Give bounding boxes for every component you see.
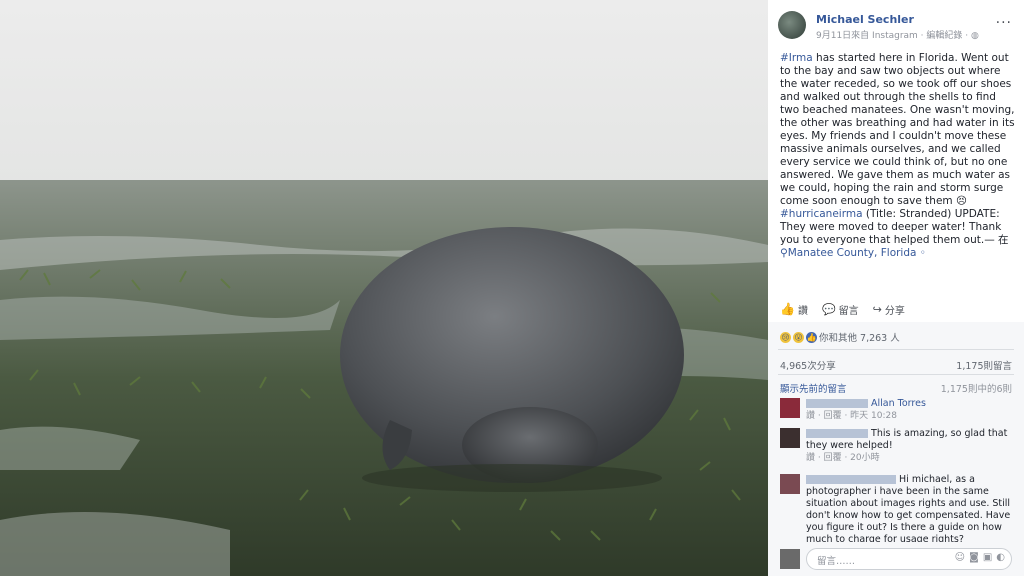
comment-icon: 💬 bbox=[821, 302, 836, 316]
comment-text: Hi michael, as a photographer i have bee… bbox=[806, 474, 1011, 542]
comment-item: Hi michael, as a photographer i have bee… bbox=[780, 474, 1012, 542]
comment-button[interactable]: 💬 留言 bbox=[822, 302, 859, 317]
comment-body: Allan Torres 讚 · 回覆 · 昨天 10:28 bbox=[806, 398, 1012, 422]
commenter-name[interactable]: Allan Torres bbox=[871, 398, 926, 409]
post-stats: 4,965次分享 1,175則留言 bbox=[780, 358, 1012, 372]
post-header: Michael Sechler 9月11日來自 Instagram · 編輯紀錄… bbox=[778, 9, 1018, 41]
comment-composer: 留言…… ☺ ◙ ▣ ◐ bbox=[780, 547, 1012, 571]
composer-icons: ☺ ◙ ▣ ◐ bbox=[955, 552, 1005, 563]
commenter-avatar[interactable] bbox=[780, 398, 800, 418]
like-label: 讚 bbox=[797, 305, 808, 317]
share-label: 分享 bbox=[884, 305, 905, 317]
post-tail: ◦ bbox=[916, 247, 926, 259]
post-photo[interactable] bbox=[0, 0, 768, 576]
comments-count[interactable]: 1,175則留言 bbox=[956, 358, 1012, 372]
globe-icon: ◍ bbox=[971, 31, 979, 41]
user-avatar bbox=[780, 549, 800, 569]
comment-body: Hi michael, as a photographer i have bee… bbox=[806, 474, 1012, 542]
like-button[interactable]: 👍 讚 bbox=[780, 302, 808, 317]
reactions-count: 你和其他 7,263 人 bbox=[819, 333, 900, 344]
comment-meta[interactable]: 讚 · 回覆 · 20小時 bbox=[806, 453, 880, 463]
comment-placeholder: 留言…… bbox=[817, 556, 856, 567]
blurred-name bbox=[806, 475, 896, 484]
wow-reaction-icon: 😮 bbox=[793, 331, 804, 343]
sad-reaction-icon: 😢 bbox=[780, 331, 791, 343]
post-actions: 👍 讚 💬 留言 ↪ 分享 bbox=[780, 300, 1012, 318]
author-avatar[interactable] bbox=[778, 11, 806, 39]
more-options-icon[interactable]: ... bbox=[996, 11, 1012, 27]
like-reaction-icon: 👍 bbox=[806, 331, 817, 343]
commenter-avatar[interactable] bbox=[780, 474, 800, 494]
comment-page-count: 1,175則中的6則 bbox=[940, 384, 1012, 395]
comment-item: Allan Torres 讚 · 回覆 · 昨天 10:28 bbox=[780, 398, 1012, 424]
gif-icon[interactable]: ▣ bbox=[983, 552, 992, 563]
post-meta: 9月11日來自 Instagram · 編輯紀錄 · ◍ bbox=[816, 28, 979, 41]
comment-item: This is amazing, so glad that they were … bbox=[780, 428, 1012, 468]
comment-label: 留言 bbox=[838, 305, 859, 317]
share-icon: ↪ bbox=[872, 302, 882, 316]
post-meta-text[interactable]: 9月11日來自 Instagram · 編輯紀錄 · bbox=[816, 31, 971, 41]
emoji-persevere: 😣 bbox=[955, 195, 967, 207]
comment-body: This is amazing, so glad that they were … bbox=[806, 428, 1012, 464]
author-name[interactable]: Michael Sechler bbox=[816, 13, 914, 26]
commenter-avatar[interactable] bbox=[780, 428, 800, 448]
show-previous-comments-link[interactable]: 顯示先前的留言 bbox=[780, 384, 847, 395]
camera-icon[interactable]: ◙ bbox=[969, 552, 979, 563]
manatee-photo bbox=[0, 0, 768, 576]
divider bbox=[778, 374, 1014, 375]
comment-meta[interactable]: 讚 · 回覆 · 昨天 10:28 bbox=[806, 411, 897, 421]
blurred-name bbox=[806, 429, 868, 438]
blurred-name bbox=[806, 399, 868, 408]
location-pin-icon: ⚲ bbox=[780, 247, 788, 259]
hashtag-irma[interactable]: #Irma bbox=[780, 52, 813, 64]
post-sidebar: Michael Sechler 9月11日來自 Instagram · 編輯紀錄… bbox=[768, 0, 1024, 576]
post-body-1: has started here in Florida. Went out to… bbox=[780, 52, 1015, 207]
comment-input[interactable]: 留言…… ☺ ◙ ▣ ◐ bbox=[806, 548, 1012, 570]
post-text: #Irma has started here in Florida. Went … bbox=[780, 52, 1016, 260]
location-link[interactable]: Manatee County, Florida bbox=[788, 247, 917, 259]
shares-count[interactable]: 4,965次分享 bbox=[780, 361, 836, 372]
divider bbox=[778, 349, 1014, 350]
reactions-summary[interactable]: 😢 😮 👍 你和其他 7,263 人 bbox=[780, 330, 900, 344]
thumbs-up-icon: 👍 bbox=[780, 302, 795, 316]
hashtag-hurricaneirma[interactable]: #hurricaneirma bbox=[780, 208, 863, 220]
emoji-icon[interactable]: ☺ bbox=[955, 552, 965, 563]
previous-comments: 顯示先前的留言 1,175則中的6則 bbox=[780, 381, 1012, 395]
sticker-icon[interactable]: ◐ bbox=[996, 552, 1005, 563]
share-button[interactable]: ↪ 分享 bbox=[873, 302, 905, 317]
